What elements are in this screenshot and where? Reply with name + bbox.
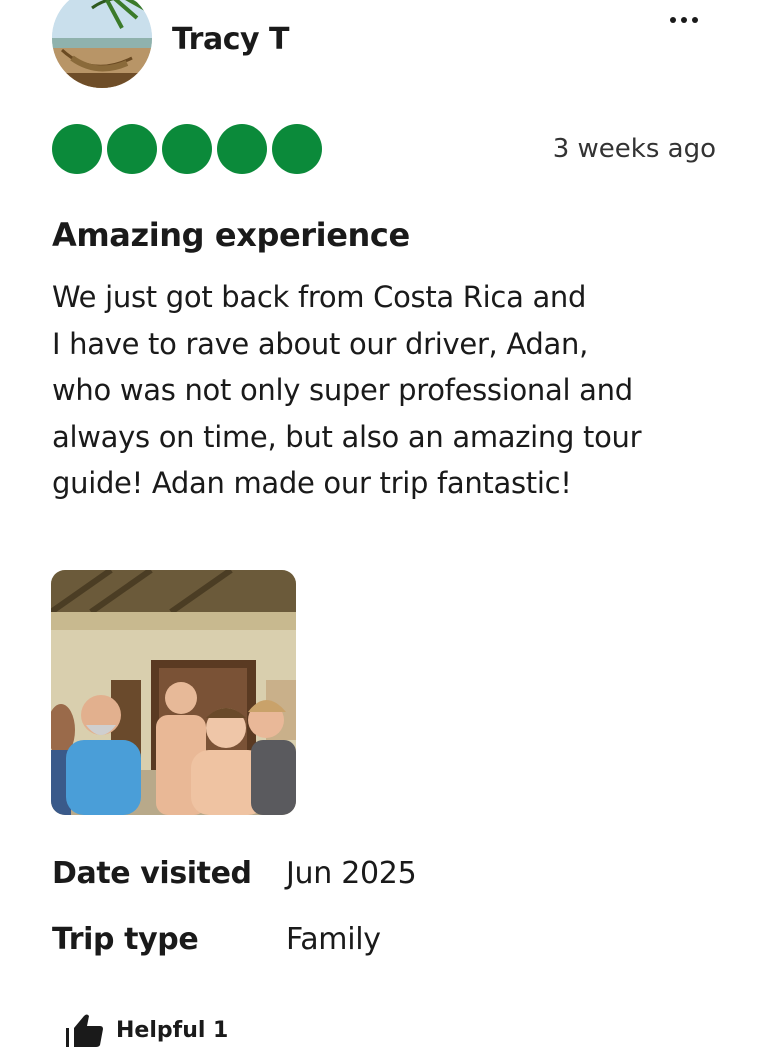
more-options-icon[interactable]: [662, 8, 706, 32]
thumbs-up-icon: [66, 1014, 103, 1047]
dot: [670, 17, 676, 23]
review-photo[interactable]: [51, 570, 296, 815]
review-body-line: I have to rave about our driver, Adan,: [52, 326, 589, 361]
trip-type-value: Family: [286, 922, 381, 957]
review-title: Amazing experience: [52, 216, 410, 254]
family-group-photo: [51, 570, 296, 815]
review-body: We just got back from Costa Rica and I h…: [52, 274, 712, 507]
reviewer-avatar[interactable]: [52, 0, 152, 88]
date-visited-label: Date visited: [52, 856, 252, 891]
rating-bubble: [272, 124, 322, 174]
review-body-line: guide! Adan made our trip fantastic!: [52, 466, 572, 500]
date-visited-value: Jun 2025: [286, 856, 417, 891]
helpful-button[interactable]: Helpful 1: [66, 1012, 228, 1048]
dot: [692, 17, 698, 23]
beach-hammock-photo: [52, 0, 152, 88]
rating-bubble: [52, 124, 102, 174]
review-body-line: always on time, but also an amazing tour: [52, 419, 642, 454]
rating-bubble: [162, 124, 212, 174]
review-date: 3 weeks ago: [552, 134, 716, 164]
rating-bubble: [217, 124, 267, 174]
reviewer-name[interactable]: Tracy T: [172, 22, 289, 57]
rating-bubbles: [52, 124, 322, 174]
helpful-label: Helpful 1: [116, 1017, 229, 1043]
review-body-line: We just got back from Costa Rica and: [52, 280, 587, 314]
dot: [681, 17, 687, 23]
rating-bubble: [107, 124, 157, 174]
trip-type-label: Trip type: [52, 922, 199, 957]
review-body-line: who was not only super professional and: [52, 373, 633, 407]
